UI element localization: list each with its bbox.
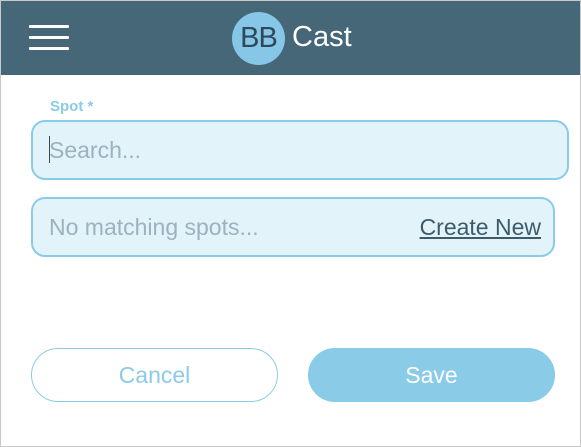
app-title: Cast [292, 21, 352, 53]
spot-search-input[interactable] [31, 120, 569, 180]
no-matching-spots-text: No matching spots... [49, 214, 259, 240]
hamburger-menu-icon[interactable] [29, 25, 69, 51]
create-new-link[interactable]: Create New [420, 214, 541, 240]
app-window: BB Cast Spot * No matching spots... Crea… [0, 0, 581, 447]
text-caret [49, 136, 50, 163]
search-results-box: No matching spots... Create New [31, 197, 555, 257]
menu-bar-bottom [29, 47, 69, 50]
menu-bar-middle [29, 36, 69, 39]
app-header: BB Cast [1, 1, 580, 75]
menu-bar-top [29, 25, 69, 28]
cancel-button[interactable]: Cancel [31, 348, 278, 402]
logo-badge: BB [232, 12, 285, 65]
spot-field-label: Spot * [50, 98, 94, 115]
save-button[interactable]: Save [308, 348, 555, 402]
